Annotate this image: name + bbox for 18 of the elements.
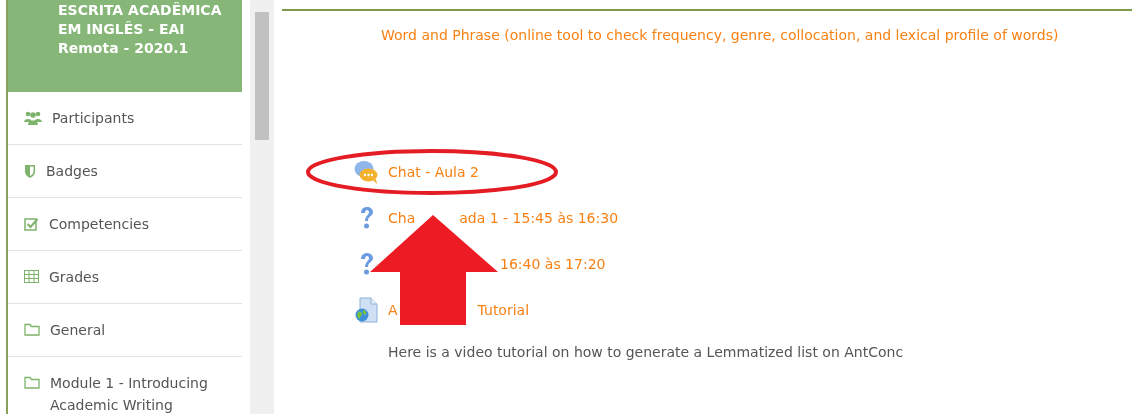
folder-icon: [24, 323, 40, 336]
chat-icon: [354, 159, 380, 184]
activity-link[interactable]: A: [388, 301, 398, 318]
checkbox-icon: [24, 217, 39, 231]
resource-link[interactable]: Word and Phrase (online tool to check frequency, genre, collocation, and lexical profile of words): [381, 27, 1059, 43]
shield-icon: [24, 164, 36, 178]
activity-link[interactable]: Tutorial: [477, 301, 530, 318]
activity-link[interactable]: Cha: [388, 209, 416, 226]
folder-icon: [24, 376, 40, 389]
activity-link[interactable]: Chat - Aula 2: [388, 163, 479, 180]
description-text: Here is a video tutorial on how to generate a Lemmatized list on AntConc: [388, 344, 905, 360]
scrollbar-thumb[interactable]: [255, 12, 269, 140]
users-icon: [24, 111, 42, 125]
table-icon: [24, 270, 39, 283]
activity-link[interactable]: ada 1 - 15:45 às 16:30: [459, 209, 619, 226]
course-title[interactable]: ESCRITA ACADÊMICA EM INGLÊS - EAI Remota - 2020.1: [8, 0, 242, 92]
activity-link[interactable]: 16:40 às 17:20: [500, 255, 606, 272]
web-page-icon: [354, 296, 380, 323]
